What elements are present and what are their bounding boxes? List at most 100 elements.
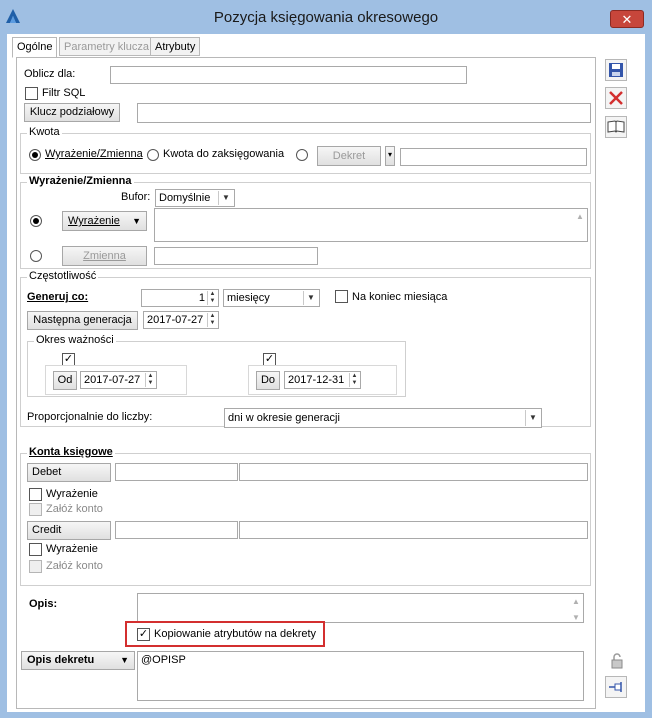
dropdown-arrow-icon: ▾ <box>387 150 392 159</box>
radio-dekret[interactable] <box>296 149 308 161</box>
debet-wyrazenie-label: Wyrażenie <box>46 488 98 500</box>
generuj-co-field[interactable]: 1 ▲ ▼ <box>141 289 219 307</box>
title-bar: Pozycja księgowania okresowego ✕ <box>0 0 652 34</box>
credit-button[interactable]: Credit <box>27 521 111 540</box>
close-button[interactable]: ✕ <box>610 10 644 28</box>
bufor-value: Domyślnie <box>159 192 211 204</box>
debet-zaloz-konto-checkbox[interactable] <box>29 503 42 516</box>
zmienna-field[interactable] <box>154 247 318 265</box>
tab-atrybuty[interactable]: Atrybuty <box>150 37 201 56</box>
na-koniec-miesiaca-label: Na koniec miesiąca <box>352 291 448 303</box>
debet-account-field[interactable] <box>115 463 238 481</box>
opis-textarea[interactable]: ▲ ▼ <box>137 593 584 623</box>
klucz-podzialowy-button[interactable]: Klucz podziałowy <box>24 103 120 122</box>
expression-scrollbar[interactable]: ▲▼ <box>573 209 587 241</box>
opis-dekretu-label: Opis dekretu <box>27 654 95 666</box>
credit-zaloz-konto-checkbox[interactable] <box>29 560 42 573</box>
tab-ogolne[interactable]: Ogólne <box>12 37 58 58</box>
debet-button[interactable]: Debet <box>27 463 111 482</box>
okres-waznosci-legend: Okres ważności <box>34 334 116 346</box>
dekret-dropdown-button[interactable]: ▾ <box>385 146 395 166</box>
konta-legend: Konta księgowe <box>27 446 115 458</box>
do-date[interactable]: 2017-12-31 ▲ ▼ <box>284 371 361 389</box>
credit-zaloz-konto-label: Załóż konto <box>46 560 103 572</box>
na-koniec-miesiaca-checkbox[interactable] <box>335 290 348 303</box>
lock-icon <box>611 653 623 669</box>
konta-ksiegowe-group: Konta księgowe Debet Wyrażenie Załóż kon… <box>20 446 591 586</box>
spinner-icon[interactable]: ▲ ▼ <box>349 373 359 387</box>
dropdown-arrow-icon: ▼ <box>120 655 129 665</box>
zmienna-button-label: Zmienna <box>83 250 126 262</box>
wyrazenie-group: Wyrażenie/Zmienna Bufor: Domyślnie ▼ Wyr… <box>20 175 591 269</box>
pin-button[interactable] <box>605 676 627 698</box>
wyrazenie-button-label: Wyrażenie <box>68 215 120 227</box>
unit-select[interactable]: miesięcy ▼ <box>223 289 320 307</box>
expression-textarea[interactable]: ▲▼ <box>154 208 588 242</box>
credit-name-field[interactable] <box>239 521 588 539</box>
filtr-sql-label: Filtr SQL <box>42 87 86 99</box>
od-box: Od 2017-07-27 ▲ ▼ <box>45 365 187 395</box>
cancel-button[interactable] <box>605 87 627 109</box>
chevron-down-icon: ▼ <box>303 291 318 305</box>
radio-wyrazenie-zmienna[interactable] <box>29 149 41 161</box>
debet-name-field[interactable] <box>239 463 588 481</box>
bufor-select[interactable]: Domyślnie ▼ <box>155 189 235 207</box>
spinner-icon[interactable]: ▲ ▼ <box>145 373 155 387</box>
kopiowanie-atrybutow-checkbox[interactable]: ✓ <box>137 628 150 641</box>
save-icon <box>609 63 623 77</box>
kwota-group: Kwota Wyrażenie/Zmienna Kwota do zaksięg… <box>20 126 591 174</box>
okres-waznosci-group: Okres ważności ✓ Od 2017-07-27 ▲ ▼ ✓ Do 2… <box>27 334 406 397</box>
dialog-window: Pozycja księgowania okresowego ✕ Ogólne … <box>0 0 652 718</box>
opis-scrollbar[interactable]: ▲ ▼ <box>569 594 583 622</box>
tab-parametry-klucza[interactable]: Parametry klucza <box>59 37 154 56</box>
wyrazenie-button[interactable]: Wyrażenie ▼ <box>62 211 147 231</box>
radio-wyrazenie[interactable] <box>30 215 42 227</box>
od-button[interactable]: Od <box>53 371 77 390</box>
generuj-co-value: 1 <box>198 292 205 304</box>
opis-dekretu-button[interactable]: Opis dekretu ▼ <box>21 651 135 670</box>
spinner-icon[interactable]: ▲ ▼ <box>207 313 217 327</box>
czestotliwosc-group: Częstotliwość Generuj co: 1 ▲ ▼ miesięcy … <box>20 270 591 428</box>
opis-label: Opis: <box>29 598 58 610</box>
dekret-field[interactable] <box>400 148 587 166</box>
credit-account-field[interactable] <box>115 521 238 539</box>
proporcjonalnie-select[interactable]: dni w okresie generacji ▼ <box>224 408 542 428</box>
tab-panel-ogolne: Oblicz dla: Filtr SQL Klucz podziałowy K… <box>16 57 596 709</box>
unit-value: miesięcy <box>227 292 270 304</box>
dekret-button[interactable]: Dekret <box>317 146 381 166</box>
oblicz-dla-field[interactable] <box>110 66 467 84</box>
nastepna-generacja-button[interactable]: Następna generacja <box>27 311 138 330</box>
lock-button[interactable] <box>607 651 627 671</box>
cancel-icon <box>609 91 623 105</box>
do-button[interactable]: Do <box>256 371 280 390</box>
zmienna-button[interactable]: Zmienna <box>62 246 147 266</box>
credit-wyrazenie-label: Wyrażenie <box>46 543 98 555</box>
spinner-icon[interactable]: ▲ ▼ <box>207 291 217 305</box>
window-title: Pozycja księgowania okresowego <box>213 9 439 26</box>
do-box: Do 2017-12-31 ▲ ▼ <box>248 365 397 395</box>
help-button[interactable] <box>605 116 627 138</box>
do-date-value: 2017-12-31 <box>288 374 345 386</box>
czestotliwosc-legend: Częstotliwość <box>27 270 99 282</box>
opis-dekretu-textarea[interactable]: @OPISP <box>137 651 584 701</box>
kwota-legend: Kwota <box>27 126 62 138</box>
radio-zmienna[interactable] <box>30 250 42 262</box>
dialog-client: Ogólne Parametry klucza Atrybuty Oblicz … <box>7 34 645 712</box>
radio-wyrazenie-zmienna-label: Wyrażenie/Zmienna <box>45 148 143 160</box>
debet-zaloz-konto-label: Załóż konto <box>46 503 103 515</box>
save-button[interactable] <box>605 59 627 81</box>
dropdown-arrow-icon: ▼ <box>132 216 141 226</box>
oblicz-dla-label: Oblicz dla: <box>24 68 76 80</box>
radio-kwota-do-zaksiegowania[interactable] <box>147 149 159 161</box>
bufor-label: Bufor: <box>121 191 151 203</box>
klucz-podzialowy-field[interactable] <box>137 103 591 123</box>
credit-wyrazenie-checkbox[interactable] <box>29 543 42 556</box>
kopiowanie-atrybutow-label: Kopiowanie atrybutów na dekrety <box>154 628 317 640</box>
od-date-value: 2017-07-27 <box>84 374 141 386</box>
od-date[interactable]: 2017-07-27 ▲ ▼ <box>80 371 157 389</box>
nastepna-generacja-date[interactable]: 2017-07-27 ▲ ▼ <box>143 311 219 329</box>
book-icon <box>607 120 625 133</box>
debet-wyrazenie-checkbox[interactable] <box>29 488 42 501</box>
opis-dekretu-text: @OPISP <box>141 654 186 666</box>
filtr-sql-checkbox[interactable] <box>25 87 38 100</box>
